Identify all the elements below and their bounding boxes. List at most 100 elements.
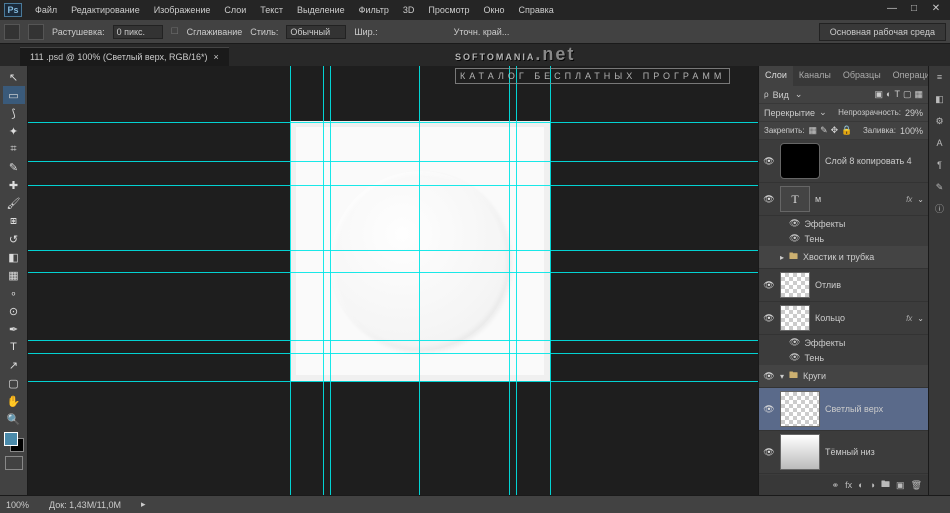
layer-row[interactable]: 👁 Отлив: [759, 269, 928, 302]
guide-horizontal[interactable]: [28, 250, 758, 251]
visibility-icon[interactable]: 👁: [763, 194, 775, 205]
menu-image[interactable]: Изображение: [147, 2, 218, 18]
adjustment-icon[interactable]: ◑: [870, 480, 875, 490]
pen-tool[interactable]: ✒: [3, 320, 25, 338]
layer-group-name[interactable]: Хвостик и трубка: [803, 252, 924, 262]
lock-all-icon[interactable]: 🔒: [841, 125, 852, 136]
stamp-tool[interactable]: ⧆: [3, 212, 25, 230]
layer-effects[interactable]: 👁Эффекты: [759, 335, 928, 350]
tab-layers[interactable]: Слои: [759, 66, 793, 86]
color-swatches[interactable]: [4, 432, 24, 452]
tab-channels[interactable]: Каналы: [793, 66, 837, 86]
new-group-icon[interactable]: 🖿: [881, 477, 890, 493]
visibility-icon[interactable]: 👁: [763, 156, 775, 167]
menu-window[interactable]: Окно: [477, 2, 512, 18]
guide-vertical[interactable]: [516, 66, 517, 495]
guide-vertical[interactable]: [330, 66, 331, 495]
layer-name[interactable]: Светлый верх: [825, 404, 924, 414]
filter-adjust-icon[interactable]: ◐: [886, 89, 891, 100]
workspace-switcher[interactable]: Основная рабочая среда: [819, 23, 946, 41]
layer-row[interactable]: 👁 Тёмный низ: [759, 431, 928, 474]
blend-mode-select[interactable]: Перекрытие: [764, 108, 815, 118]
close-button[interactable]: ✕: [926, 3, 946, 17]
brush-panel-icon[interactable]: ✎: [933, 180, 947, 194]
zoom-level[interactable]: 100%: [6, 500, 29, 510]
filter-type-icon[interactable]: T: [894, 89, 900, 100]
layer-group-name[interactable]: Круги: [803, 371, 924, 381]
layer-name[interactable]: Кольцо: [815, 313, 901, 323]
guide-vertical[interactable]: [419, 66, 420, 495]
dodge-tool[interactable]: ⊙: [3, 302, 25, 320]
path-tool[interactable]: ↗: [3, 356, 25, 374]
filter-smart-icon[interactable]: ▦: [914, 89, 923, 100]
visibility-icon[interactable]: 👁: [763, 280, 775, 291]
layer-mask-icon[interactable]: ◐: [858, 480, 863, 490]
layer-name[interactable]: Слой 8 копировать 4: [825, 156, 924, 166]
layer-name[interactable]: Тёмный низ: [825, 447, 924, 457]
shape-tool[interactable]: ▢: [3, 374, 25, 392]
layer-row[interactable]: 👁 Кольцо fx⌄: [759, 302, 928, 335]
style-select[interactable]: Обычный: [286, 25, 346, 39]
menu-edit[interactable]: Редактирование: [64, 2, 147, 18]
guide-vertical[interactable]: [550, 66, 551, 495]
guide-horizontal[interactable]: [28, 381, 758, 382]
canvas[interactable]: [28, 66, 758, 495]
history-panel-icon[interactable]: ≡: [933, 70, 947, 84]
layer-name[interactable]: м: [815, 194, 901, 204]
minimize-button[interactable]: —: [882, 3, 902, 17]
eyedropper-tool[interactable]: ✎: [3, 158, 25, 176]
tab-swatches[interactable]: Образцы: [837, 66, 887, 86]
char-panel-icon[interactable]: A: [933, 136, 947, 150]
layer-group[interactable]: 👁 ▾ 🖿 Круги: [759, 365, 928, 388]
heal-tool[interactable]: ✚: [3, 176, 25, 194]
selection-mode-icon[interactable]: [28, 24, 44, 40]
lock-paint-icon[interactable]: ✎: [820, 125, 828, 136]
marquee-tool[interactable]: ▭: [3, 86, 25, 104]
guide-horizontal[interactable]: [28, 185, 758, 186]
layer-row[interactable]: 👁 Слой 8 копировать 4: [759, 140, 928, 183]
lock-transparency-icon[interactable]: ▦: [809, 125, 818, 136]
layer-effect-shadow[interactable]: 👁Тень: [759, 350, 928, 365]
quick-mask-toggle[interactable]: [5, 456, 23, 470]
doc-size[interactable]: Док: 1,43M/11,0M: [49, 500, 121, 510]
zoom-tool[interactable]: 🔍: [3, 410, 25, 428]
menu-filter[interactable]: Фильтр: [352, 2, 396, 18]
menu-file[interactable]: Файл: [28, 2, 64, 18]
link-layers-icon[interactable]: ⚭: [832, 480, 840, 491]
layer-name[interactable]: Отлив: [815, 280, 924, 290]
filter-shape-icon[interactable]: ▢: [903, 89, 912, 100]
new-layer-icon[interactable]: ▣: [896, 480, 905, 491]
layer-group[interactable]: ▸ 🖿 Хвостик и трубка: [759, 246, 928, 269]
guide-horizontal[interactable]: [28, 340, 758, 341]
gradient-tool[interactable]: ▦: [3, 266, 25, 284]
guide-vertical[interactable]: [509, 66, 510, 495]
maximize-button[interactable]: □: [904, 3, 924, 17]
history-brush-tool[interactable]: ↺: [3, 230, 25, 248]
tool-preset-icon[interactable]: [4, 24, 20, 40]
guide-horizontal[interactable]: [28, 122, 758, 123]
layer-row-selected[interactable]: 👁 Светлый верх: [759, 388, 928, 431]
type-tool[interactable]: T: [3, 338, 25, 356]
visibility-icon[interactable]: 👁: [763, 313, 775, 324]
guide-vertical[interactable]: [323, 66, 324, 495]
close-tab-icon[interactable]: ×: [214, 52, 219, 62]
adjust-panel-icon[interactable]: ⚙: [933, 114, 947, 128]
layer-style-icon[interactable]: fx: [845, 480, 852, 490]
wand-tool[interactable]: ✦: [3, 122, 25, 140]
menu-view[interactable]: Просмотр: [421, 2, 476, 18]
delete-layer-icon[interactable]: 🗑: [911, 480, 922, 491]
para-panel-icon[interactable]: ¶: [933, 158, 947, 172]
visibility-icon[interactable]: 👁: [763, 404, 775, 415]
layer-row[interactable]: 👁 T м fx⌄: [759, 183, 928, 216]
fx-badge[interactable]: fx: [906, 195, 912, 204]
fg-color-swatch[interactable]: [4, 432, 18, 446]
guide-horizontal[interactable]: [28, 353, 758, 354]
filter-kind-select[interactable]: Вид: [773, 90, 789, 100]
fx-badge[interactable]: fx: [906, 314, 912, 323]
guide-vertical[interactable]: [290, 66, 291, 495]
menu-help[interactable]: Справка: [511, 2, 560, 18]
menu-select[interactable]: Выделение: [290, 2, 352, 18]
document-tab[interactable]: 111 .psd @ 100% (Светлый верх, RGB/16*) …: [20, 47, 229, 66]
color-panel-icon[interactable]: ◧: [933, 92, 947, 106]
lasso-tool[interactable]: ⟆: [3, 104, 25, 122]
